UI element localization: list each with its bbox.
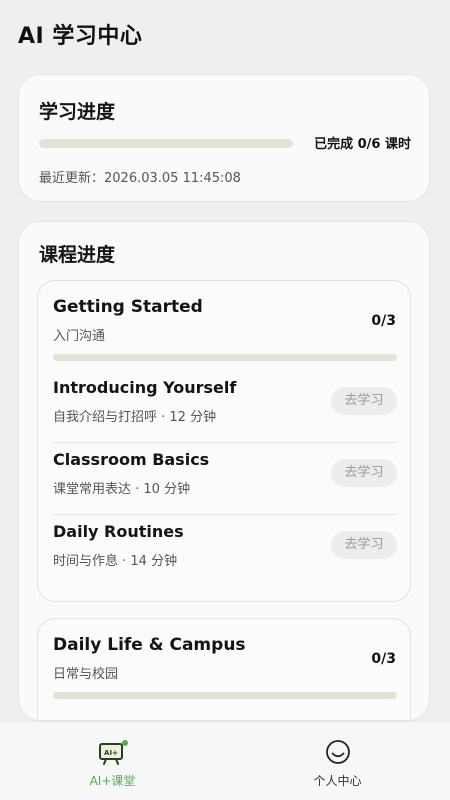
nav-tab-ai-classroom[interactable]: AI+ AI+课堂 xyxy=(0,722,225,800)
module-progress-bar xyxy=(53,354,397,361)
page-title: AI 学习中心 xyxy=(18,24,143,49)
module-subtitle: 日常与校园 xyxy=(53,667,119,682)
nav-tab-profile[interactable]: 个人中心 xyxy=(225,722,450,800)
module-count: 0/3 xyxy=(371,313,396,329)
course-progress-card: 课程进度 Getting Started 入门沟通 0/3 Introducin… xyxy=(18,221,430,721)
nav-label: 个人中心 xyxy=(313,774,362,788)
module-card: Getting Started 入门沟通 0/3 Introducing You… xyxy=(37,280,411,602)
courses-card-title: 课程进度 xyxy=(39,244,116,266)
progress-card-title: 学习进度 xyxy=(39,101,116,123)
lesson-name: Classroom Basics xyxy=(53,450,210,469)
lesson-meta: 自我介绍与打招呼 · 12 分钟 xyxy=(53,410,217,425)
nav-label: AI+课堂 xyxy=(89,774,136,788)
module-progress-bar xyxy=(53,692,397,699)
last-updated-text: 最近更新：2026.03.05 11:45:08 xyxy=(39,171,241,186)
module-card: Daily Life & Campus 日常与校园 0/3 xyxy=(37,618,411,720)
module-name: Daily Life & Campus xyxy=(53,635,246,655)
start-lesson-button[interactable]: 去学习 xyxy=(331,387,397,415)
svg-text:AI+: AI+ xyxy=(104,749,118,757)
smiley-icon xyxy=(326,740,350,764)
lesson-name: Daily Routines xyxy=(53,522,184,541)
lesson-meta: 课堂常用表达 · 10 分钟 xyxy=(53,482,191,497)
lesson-item[interactable]: Classroom Basics 课堂常用表达 · 10 分钟 去学习 xyxy=(53,443,397,515)
module-name: Getting Started xyxy=(53,297,203,317)
ai-tv-icon: AI+ xyxy=(99,740,128,765)
bottom-nav: AI+ AI+课堂 个人中心 xyxy=(0,721,450,800)
module-subtitle: 入门沟通 xyxy=(53,329,106,344)
overall-progress-bar xyxy=(39,139,293,148)
lesson-item[interactable]: Introducing Yourself 自我介绍与打招呼 · 12 分钟 去学… xyxy=(53,371,397,443)
start-lesson-button[interactable]: 去学习 xyxy=(331,459,397,487)
lesson-item[interactable]: Daily Routines 时间与作息 · 14 分钟 去学习 xyxy=(53,515,397,587)
overall-progress-status: 已完成 0/6 课时 xyxy=(314,137,411,152)
start-lesson-button[interactable]: 去学习 xyxy=(331,531,397,559)
module-count: 0/3 xyxy=(371,651,396,667)
learning-progress-card: 学习进度 已完成 0/6 课时 最近更新：2026.03.05 11:45:08 xyxy=(18,74,430,202)
lesson-name: Introducing Yourself xyxy=(53,378,237,397)
lesson-meta: 时间与作息 · 14 分钟 xyxy=(53,554,178,569)
